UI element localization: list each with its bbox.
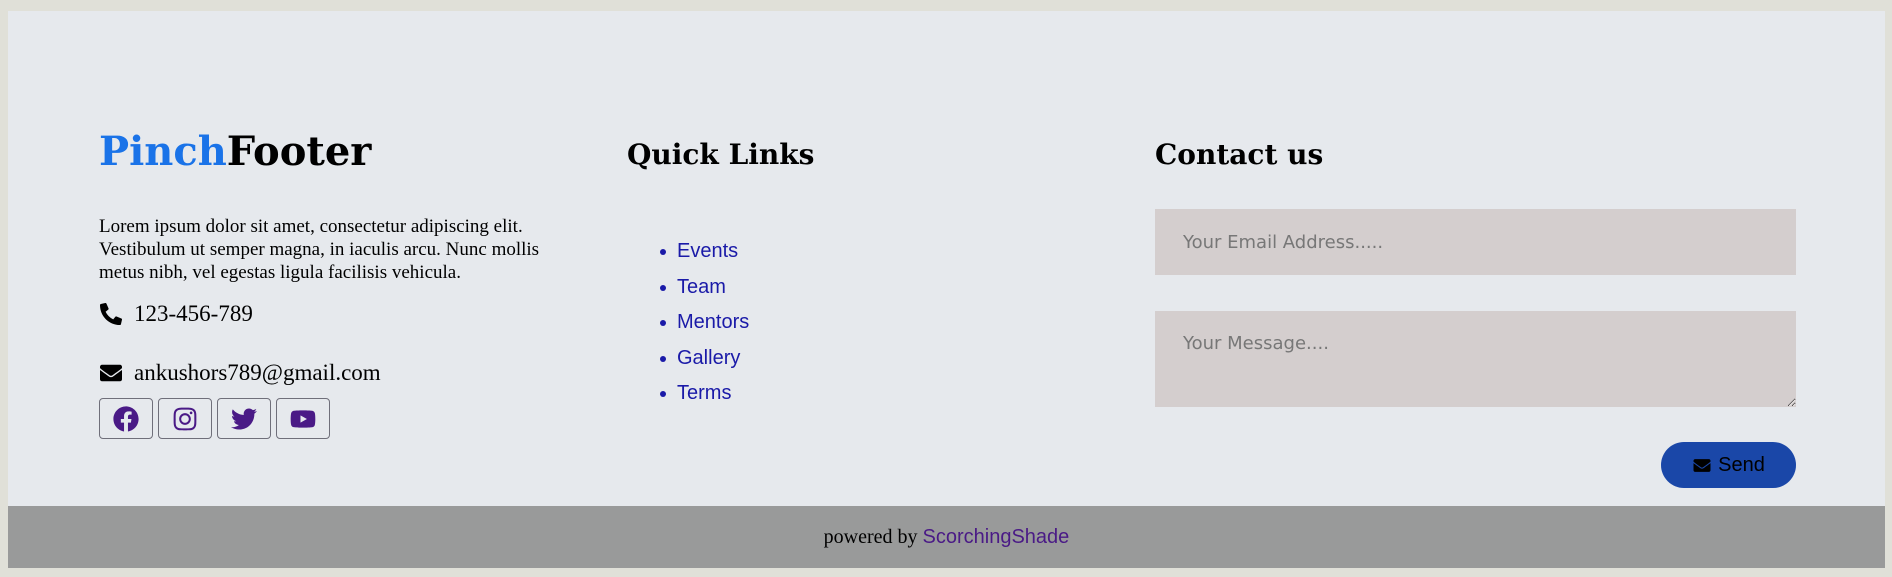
link-gallery[interactable]: Gallery	[677, 347, 740, 369]
youtube-button[interactable]	[276, 398, 330, 439]
phone-number: 123-456-789	[134, 301, 253, 326]
brand-accent-text: Pinch	[99, 128, 227, 175]
instagram-icon	[173, 407, 197, 430]
youtube-icon	[290, 409, 316, 428]
brand-logo: PinchFooter	[99, 132, 371, 172]
link-team[interactable]: Team	[677, 276, 726, 298]
page-frame: PinchFooter Lorem ipsum dolor sit amet, …	[8, 11, 1885, 568]
facebook-icon	[113, 405, 139, 431]
brand-rest-text: Footer	[226, 128, 372, 175]
link-terms[interactable]: Terms	[677, 382, 731, 404]
send-button[interactable]: Send	[1661, 442, 1796, 488]
link-events[interactable]: Events	[677, 240, 738, 262]
contact-title: Contact us	[1155, 138, 1324, 171]
email-line: ankushors789@gmail.com	[99, 360, 381, 386]
message-field[interactable]	[1155, 311, 1796, 407]
list-item: Terms	[659, 379, 749, 415]
envelope-icon	[99, 361, 123, 385]
list-item: Gallery	[659, 344, 749, 380]
instagram-button[interactable]	[158, 398, 212, 439]
envelope-icon	[1693, 458, 1711, 472]
powered-by-label: powered by	[823, 525, 918, 548]
twitter-icon	[231, 407, 257, 430]
quick-links-list: Events Team Mentors Gallery Terms	[627, 237, 749, 415]
footer-main: PinchFooter Lorem ipsum dolor sit amet, …	[8, 11, 1885, 506]
email-field[interactable]	[1155, 209, 1796, 275]
twitter-button[interactable]	[217, 398, 271, 439]
bottom-bar: powered by ScorchingShade	[8, 506, 1885, 568]
facebook-button[interactable]	[99, 398, 153, 439]
list-item: Mentors	[659, 308, 749, 344]
quick-links-title: Quick Links	[627, 138, 815, 171]
phone-icon	[99, 302, 123, 326]
link-mentors[interactable]: Mentors	[677, 311, 749, 333]
send-label: Send	[1718, 453, 1765, 476]
about-description: Lorem ipsum dolor sit amet, consectetur …	[99, 216, 540, 283]
list-item: Events	[659, 237, 749, 273]
social-buttons	[99, 398, 330, 439]
powered-by-link[interactable]: ScorchingShade	[923, 526, 1070, 549]
email-address: ankushors789@gmail.com	[134, 360, 381, 385]
list-item: Team	[659, 273, 749, 309]
phone-line: 123-456-789	[99, 301, 253, 327]
